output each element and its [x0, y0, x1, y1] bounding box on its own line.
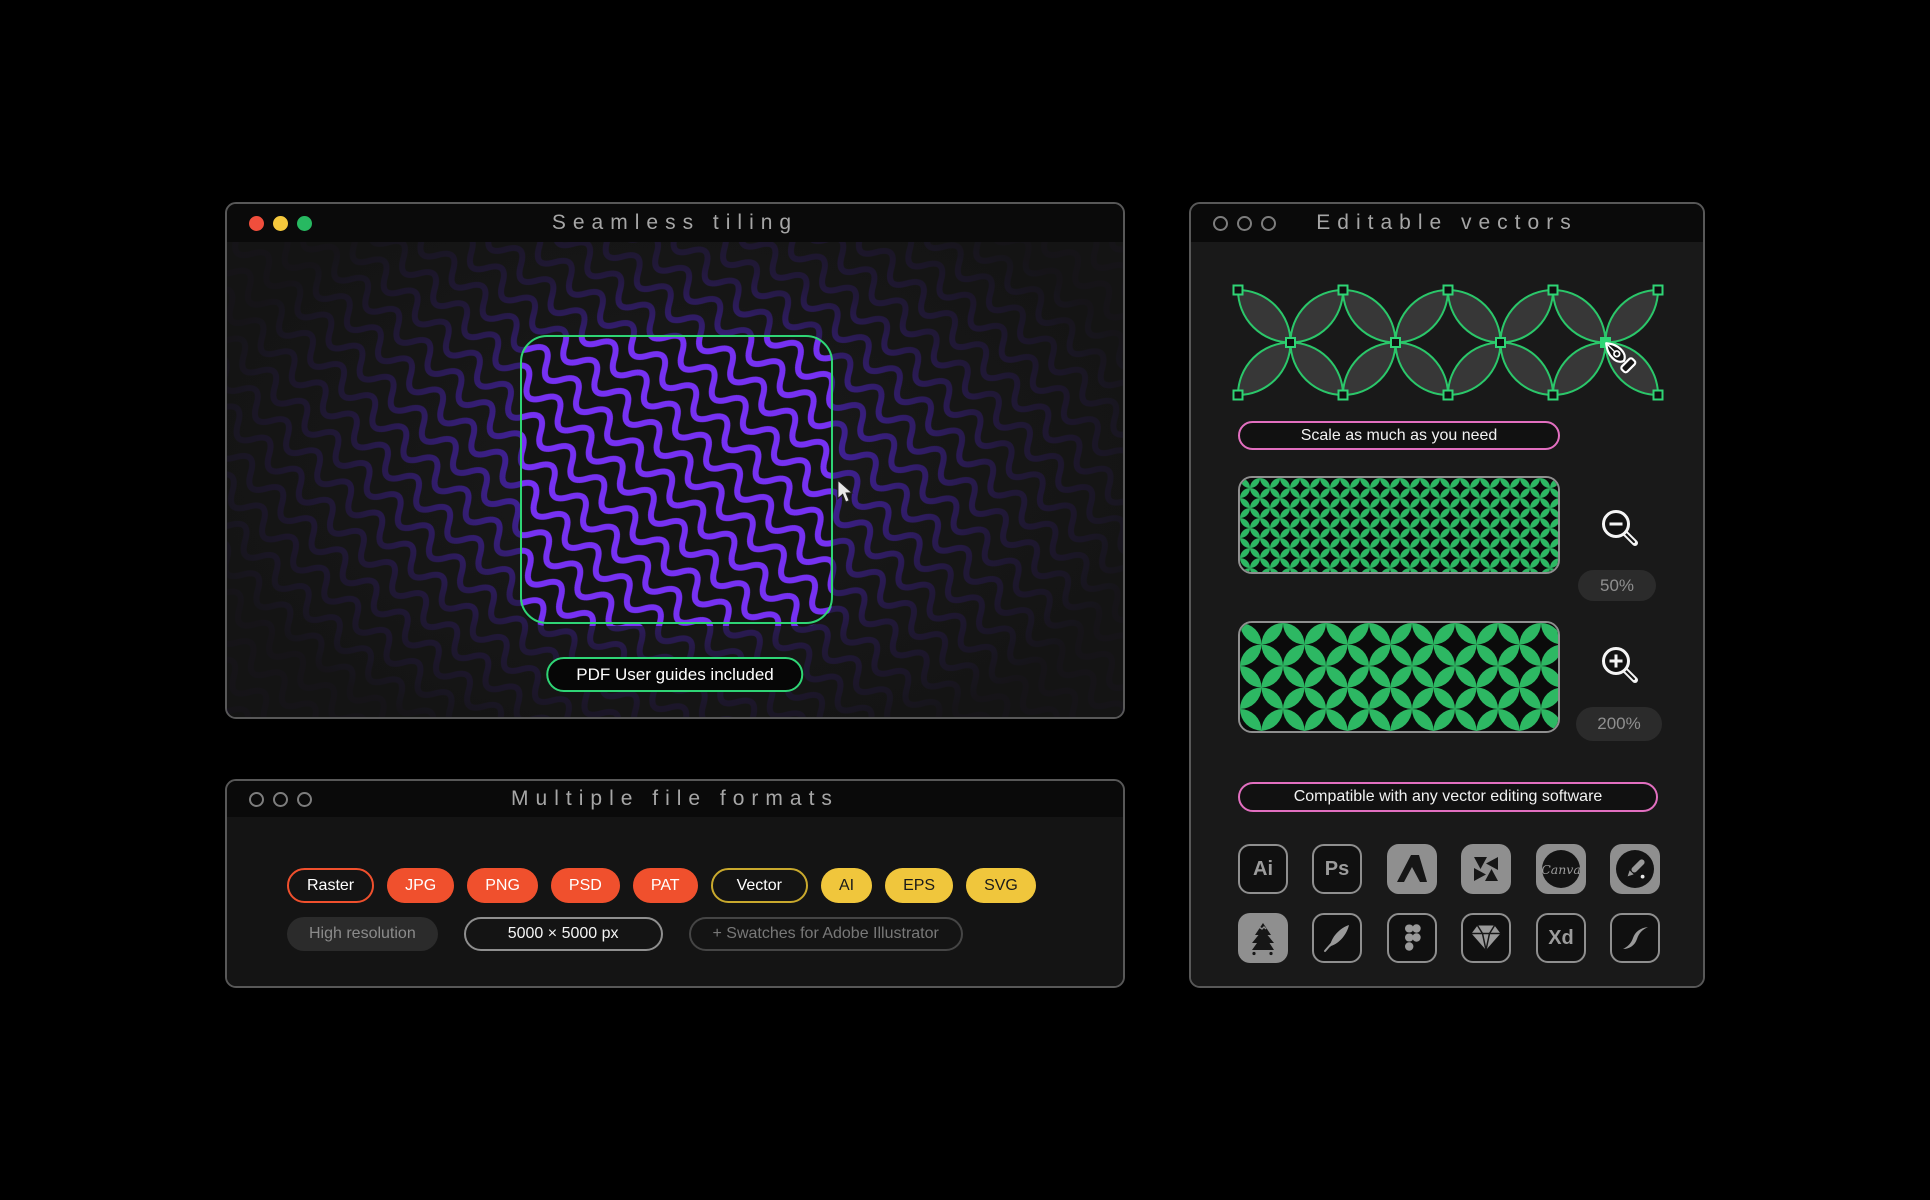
arrow-cursor-icon [837, 479, 854, 504]
close-button[interactable] [249, 215, 264, 231]
adobe-xd-icon[interactable]: Xd [1536, 913, 1586, 963]
badge-high-resolution[interactable]: High resolution [287, 917, 438, 951]
zoom-level-200: 200% [1576, 707, 1662, 741]
compatibility-badge[interactable]: Compatible with any vector editing softw… [1238, 782, 1658, 812]
window-controls [1213, 215, 1276, 231]
canva-icon[interactable]: Canva [1536, 844, 1586, 894]
tile-selection-box[interactable] [520, 335, 833, 624]
window-seamless-tiling: Seamless tiling PDF User guides included [225, 202, 1125, 719]
badge-png[interactable]: PNG [467, 868, 538, 903]
curve-brush-icon[interactable] [1610, 913, 1660, 963]
window-title: Multiple file formats [511, 787, 839, 810]
minimize-button[interactable] [273, 791, 288, 807]
pdf-guides-badge[interactable]: PDF User guides included [546, 657, 804, 692]
badge-psd[interactable]: PSD [550, 868, 620, 903]
sketch-icon[interactable] [1461, 913, 1511, 963]
pattern-canvas: PDF User guides included [227, 242, 1123, 717]
pattern-preview-200[interactable] [1238, 621, 1560, 733]
zoom-button[interactable] [297, 215, 312, 231]
traffic-lights [249, 215, 312, 231]
zoom-out-icon[interactable] [1598, 506, 1644, 552]
zoom-level-50: 50% [1578, 570, 1656, 601]
format-badges-row: Raster JPG PNG PSD PAT Vector AI EPS SVG [287, 868, 1036, 903]
badge-jpg[interactable]: JPG [387, 868, 455, 903]
zoom-button[interactable] [1261, 215, 1276, 231]
corel-draw-icon[interactable] [1610, 844, 1660, 894]
minimize-button[interactable] [1237, 215, 1252, 231]
minimize-button[interactable] [273, 215, 288, 231]
zoom-button[interactable] [297, 791, 312, 807]
formats-panel: Raster JPG PNG PSD PAT Vector AI EPS SVG… [227, 817, 1123, 986]
close-button[interactable] [1213, 215, 1228, 231]
scale-badge[interactable]: Scale as much as you need [1238, 421, 1560, 450]
badge-dimensions[interactable]: 5000 × 5000 px [463, 917, 663, 951]
close-button[interactable] [249, 791, 264, 807]
badge-raster[interactable]: Raster [287, 868, 375, 903]
badge-ai[interactable]: AI [820, 868, 873, 903]
titlebar: Seamless tiling [227, 204, 1123, 244]
affinity-designer-icon[interactable] [1387, 844, 1437, 894]
vectors-panel: Scale as much as you need 50% 200% Compa… [1191, 242, 1703, 986]
adobe-illustrator-icon[interactable]: Ai [1238, 844, 1288, 894]
affinity-photo-icon[interactable] [1461, 844, 1511, 894]
figma-icon[interactable] [1387, 913, 1437, 963]
badge-eps[interactable]: EPS [885, 868, 954, 903]
badge-svg[interactable]: SVG [966, 868, 1036, 903]
window-controls [249, 791, 312, 807]
pattern-preview-50[interactable] [1238, 476, 1560, 574]
spec-badges-row: High resolution 5000 × 5000 px + Swatche… [287, 917, 963, 951]
window-file-formats: Multiple file formats Raster JPG PNG PSD… [225, 779, 1125, 988]
badge-pat[interactable]: PAT [632, 868, 698, 903]
vector-petal-illustration[interactable] [1230, 282, 1666, 403]
inkscape-icon[interactable] [1238, 913, 1288, 963]
titlebar: Multiple file formats [227, 781, 1123, 819]
quill-pen-icon[interactable] [1312, 913, 1362, 963]
window-title: Seamless tiling [551, 211, 799, 234]
zoom-in-icon[interactable] [1598, 643, 1644, 689]
badge-swatches[interactable]: + Swatches for Adobe Illustrator [688, 917, 963, 951]
window-editable-vectors: Editable vectors Scale as much as you ne… [1189, 202, 1705, 988]
badge-vector[interactable]: Vector [710, 868, 808, 903]
titlebar: Editable vectors [1191, 204, 1703, 244]
adobe-photoshop-icon[interactable]: Ps [1312, 844, 1362, 894]
